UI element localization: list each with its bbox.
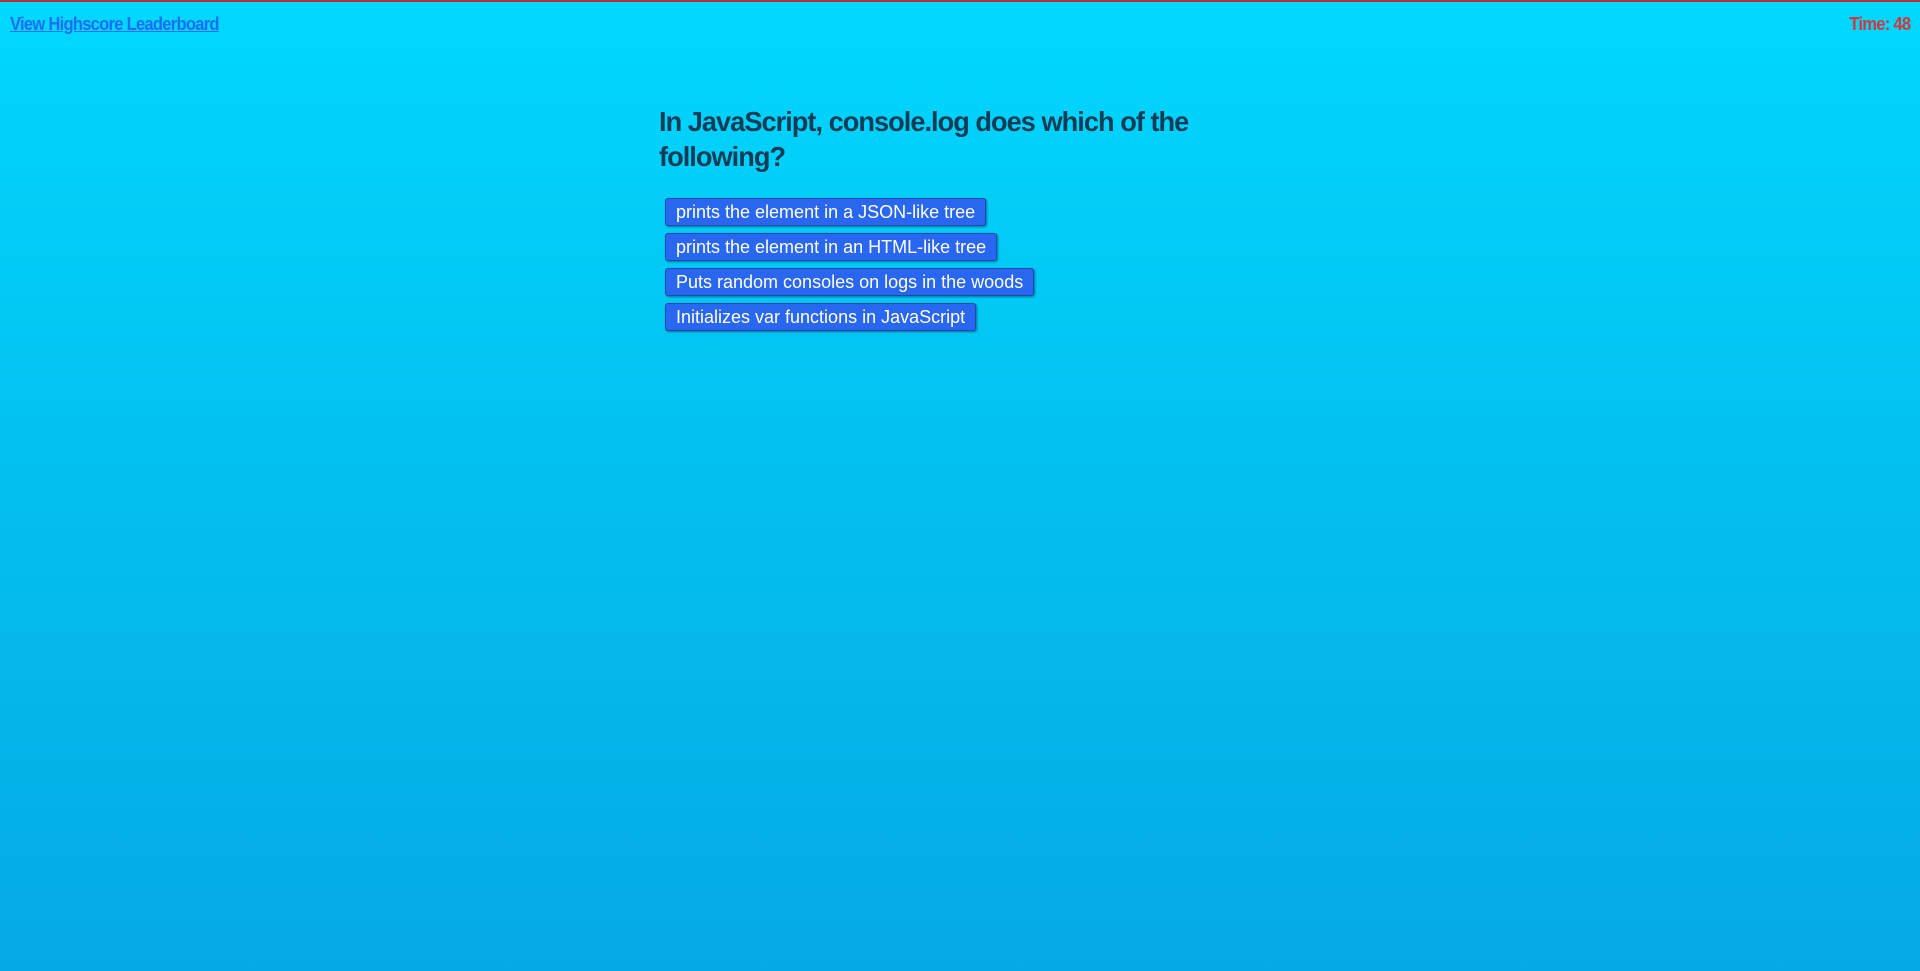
quiz-container: In JavaScript, console.log does which of… bbox=[659, 104, 1219, 338]
answer-choice-4-button[interactable]: Initializes var functions in JavaScript bbox=[665, 303, 977, 331]
answer-choice-2-button[interactable]: prints the element in an HTML-like tree bbox=[665, 233, 998, 261]
top-bar: View Highscore Leaderboard Time: 48 bbox=[0, 2, 1920, 48]
view-highscore-leaderboard-link[interactable]: View Highscore Leaderboard bbox=[10, 14, 220, 35]
answer-choices: prints the element in a JSON-like tree p… bbox=[665, 198, 1219, 338]
answer-choice-1-button[interactable]: prints the element in a JSON-like tree bbox=[665, 198, 987, 226]
timer-display: Time: 48 bbox=[1848, 14, 1911, 34]
question-text: In JavaScript, console.log does which of… bbox=[659, 106, 1189, 172]
answer-choice-3-button[interactable]: Puts random consoles on logs in the wood… bbox=[665, 268, 1035, 296]
